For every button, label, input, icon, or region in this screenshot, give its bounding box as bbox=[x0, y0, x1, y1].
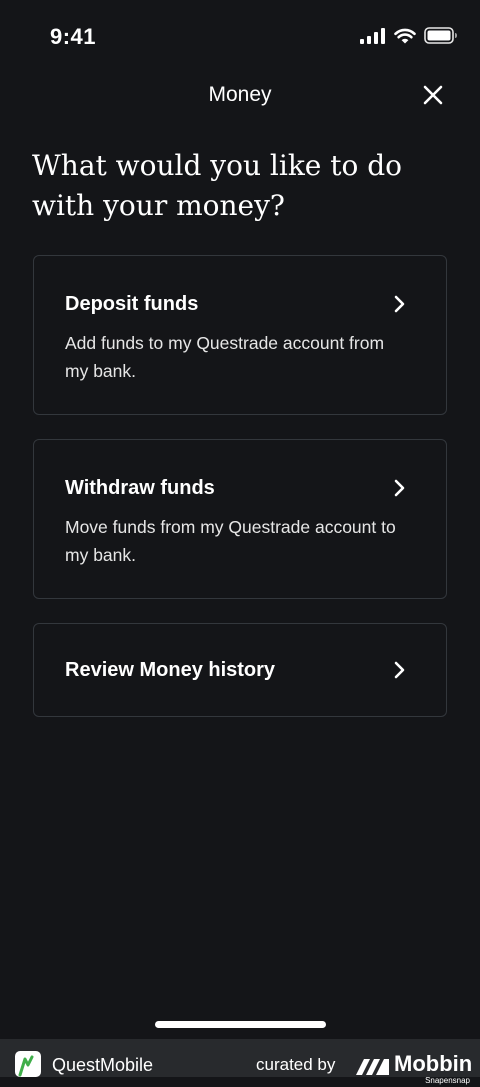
chevron-right-icon bbox=[394, 295, 405, 313]
question-heading: What would you like to do with your mone… bbox=[32, 149, 403, 222]
status-time: 9:41 bbox=[50, 24, 97, 49]
withdraw-funds-card[interactable]: Withdraw funds Move funds from my Questr… bbox=[33, 439, 447, 599]
chevron-right-icon bbox=[394, 479, 405, 497]
status-icons bbox=[360, 27, 458, 44]
battery-icon bbox=[424, 27, 457, 44]
wifi-icon bbox=[394, 28, 416, 43]
questmobile-logo-icon bbox=[15, 1051, 41, 1077]
footer-curated-by: curated by bbox=[256, 1055, 336, 1074]
cellular-signal-icon bbox=[360, 27, 385, 44]
status-bar: 9:41 bbox=[0, 0, 480, 76]
card-description: Move funds from my Questrade account to … bbox=[65, 517, 396, 565]
footer-branding: QuestMobile curated by Mobbin bbox=[0, 1039, 480, 1077]
close-icon[interactable] bbox=[420, 82, 446, 108]
card-title: Deposit funds bbox=[65, 293, 199, 315]
card-description: Add funds to my Questrade account from m… bbox=[65, 333, 385, 381]
home-indicator bbox=[155, 1021, 326, 1028]
page-title: Money bbox=[208, 83, 272, 106]
card-title: Withdraw funds bbox=[65, 477, 215, 499]
nav-bar: Money bbox=[0, 76, 480, 116]
footer-app-name: QuestMobile bbox=[52, 1055, 154, 1075]
watermark-text: Snapensnap bbox=[425, 1076, 470, 1085]
mobbin-logo-icon bbox=[356, 1059, 389, 1075]
card-title: Review Money history bbox=[65, 659, 276, 681]
deposit-funds-card[interactable]: Deposit funds Add funds to my Questrade … bbox=[33, 255, 447, 415]
review-money-history-card[interactable]: Review Money history bbox=[33, 623, 447, 717]
chevron-right-icon bbox=[394, 661, 405, 679]
footer-brand: Mobbin bbox=[394, 1051, 473, 1076]
